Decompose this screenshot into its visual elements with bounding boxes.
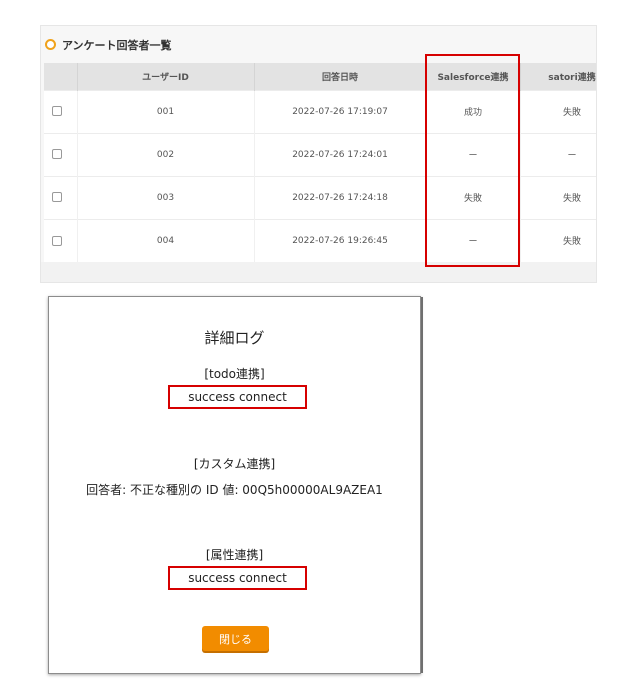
cell-satori-status[interactable]: 失敗 [520,89,596,133]
cell-salesforce-status[interactable]: 失敗 [426,175,521,219]
cell-satori-status[interactable]: ー [520,132,596,176]
row-select-cell [44,132,78,176]
custom-error-message: 回答者: 不正な種別の ID 値: 00Q5h00000AL9AZEA1 [86,483,383,497]
row-checkbox[interactable] [52,235,62,246]
column-header-satori[interactable]: satori連携 [520,63,596,90]
respondents-table: ユーザーID 回答日時 Salesforce連携 satori連携 001 20… [44,63,596,262]
cell-answer-date: 2022-07-26 19:26:45 [254,218,427,262]
cell-salesforce-status[interactable]: 成功 [426,89,521,133]
respondents-table-wrapper[interactable]: ユーザーID 回答日時 Salesforce連携 satori連携 001 20… [44,63,596,262]
cell-salesforce-status[interactable]: ー [426,132,521,176]
row-checkbox[interactable] [52,149,62,160]
cell-user-id: 003 [77,175,255,219]
panel-title: アンケート回答者一覧 [62,38,172,52]
modal-title: 詳細ログ [204,329,265,347]
horizontal-scroll-area[interactable] [41,262,596,282]
close-button[interactable]: 閉じる [202,626,269,651]
column-header-answer-date[interactable]: 回答日時 [254,63,427,90]
cell-answer-date: 2022-07-26 17:24:18 [254,175,427,219]
row-checkbox[interactable] [52,106,62,117]
cell-answer-date: 2022-07-26 17:19:07 [254,89,427,133]
table-row[interactable]: 003 2022-07-26 17:24:18 失敗 失敗 [44,175,596,219]
column-header-user-id[interactable]: ユーザーID [77,63,255,90]
cell-satori-status[interactable]: 失敗 [520,175,596,219]
table-row[interactable]: 002 2022-07-26 17:24:01 ー ー [44,132,596,176]
column-header-salesforce[interactable]: Salesforce連携 [426,63,521,90]
circle-bullet-icon [45,39,56,50]
todo-section-label: [todo連携] [204,367,265,381]
panel-header: アンケート回答者一覧 [41,26,596,63]
row-select-cell [44,89,78,133]
row-select-cell [44,218,78,262]
cell-answer-date: 2022-07-26 17:24:01 [254,132,427,176]
cell-user-id: 001 [77,89,255,133]
row-select-cell [44,175,78,219]
table-row[interactable]: 004 2022-07-26 19:26:45 ー 失敗 [44,218,596,262]
survey-respondents-panel: アンケート回答者一覧 ユーザーID 回答日時 Salesforce連携 sato… [40,25,597,283]
row-checkbox[interactable] [52,192,62,203]
table-row[interactable]: 001 2022-07-26 17:19:07 成功 失敗 [44,89,596,133]
attribute-section-label: [属性連携] [205,548,264,562]
attribute-status-box: success connect [168,566,307,590]
detail-log-modal: 詳細ログ [todo連携] success connect [カスタム連携] 回… [48,296,423,674]
cell-user-id: 004 [77,218,255,262]
cell-salesforce-status[interactable]: ー [426,218,521,262]
cell-satori-status[interactable]: 失敗 [520,218,596,262]
modal-edge-shadow [421,297,423,673]
custom-section-label: [カスタム連携] [193,457,276,471]
todo-status-box: success connect [168,385,307,409]
cell-user-id: 002 [77,132,255,176]
table-header-row: ユーザーID 回答日時 Salesforce連携 satori連携 [44,63,596,90]
column-header-select [44,63,78,90]
